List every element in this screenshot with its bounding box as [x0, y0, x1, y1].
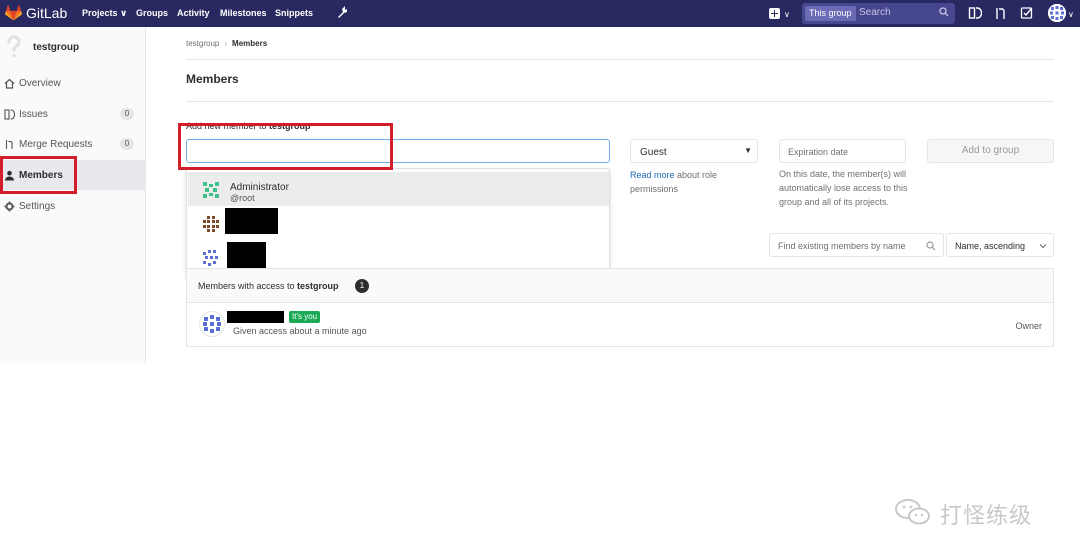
merge-request-icon — [5, 140, 13, 149]
watermark: 打怪练级 — [894, 496, 1054, 528]
sidebar-item-label: Overview — [19, 78, 61, 89]
merge-request-icon[interactable] — [994, 6, 1008, 20]
sidebar: testgroup Overview Issues 0 Merge Reques… — [0, 27, 146, 363]
members-panel-group: testgroup — [297, 281, 339, 291]
new-item-plus-icon[interactable] — [769, 8, 780, 19]
search-input[interactable]: Search — [859, 7, 891, 18]
suggestion-item[interactable]: Administrator @root — [188, 172, 609, 206]
brand-name[interactable]: GitLab — [26, 5, 67, 21]
user-avatar — [203, 216, 219, 232]
breadcrumb-current[interactable]: Members — [232, 39, 267, 48]
admin-wrench-icon[interactable] — [336, 5, 348, 19]
page-title: Members — [186, 72, 239, 86]
add-to-group-button[interactable]: Add to group — [927, 139, 1054, 163]
member-suggestions-dropdown: Administrator @root — [186, 168, 610, 278]
nav-snippets[interactable]: Snippets — [275, 8, 313, 18]
sidebar-item-label: Merge Requests — [19, 139, 93, 150]
sidebar-item-label: Settings — [19, 201, 56, 212]
sidebar-item-merge-requests[interactable]: Merge Requests 0 — [0, 129, 146, 159]
global-search[interactable]: This group Search — [802, 3, 955, 24]
members-panel-title-text: Members with access to — [198, 281, 298, 291]
redacted-block — [225, 208, 278, 234]
gitlab-logo-icon[interactable] — [5, 5, 22, 21]
expiration-placeholder: Expiration date — [788, 147, 849, 157]
home-icon — [4, 78, 15, 89]
member-role: Owner — [1015, 321, 1042, 331]
todo-check-icon[interactable] — [1020, 6, 1034, 20]
redacted-block — [227, 242, 266, 271]
suggestion-item[interactable] — [188, 206, 609, 240]
its-you-badge: It's you — [289, 311, 321, 323]
sidebar-group-name[interactable]: testgroup — [33, 42, 79, 53]
divider — [186, 101, 1054, 102]
expiration-help-text: On this date, the member(s) will automat… — [779, 169, 908, 207]
user-avatar[interactable] — [199, 311, 225, 337]
group-avatar-icon[interactable] — [4, 35, 24, 59]
members-panel-header: Members with access to testgroup 1 — [187, 269, 1053, 303]
watermark-text: 打怪练级 — [940, 503, 1033, 528]
sidebar-item-label: Issues — [19, 109, 48, 120]
issues-icon[interactable] — [968, 6, 982, 20]
caret-down-icon: ▼ — [744, 146, 752, 155]
highlight-annotation-box — [178, 123, 393, 170]
chevron-down-icon[interactable]: ∨ — [784, 10, 790, 19]
members-count-badge: 1 — [355, 279, 369, 293]
member-access-info: Given access about a minute ago — [233, 326, 367, 336]
user-avatar — [203, 250, 218, 266]
expiration-date-input[interactable]: Expiration date — [779, 139, 906, 163]
merge-requests-count-badge: 0 — [120, 138, 134, 150]
role-help-text: Read more about role permissions — [630, 168, 758, 196]
sidebar-item-settings[interactable]: Settings — [0, 191, 146, 221]
user-avatar[interactable] — [1048, 4, 1066, 22]
highlight-annotation-box — [0, 156, 77, 194]
redacted-block — [227, 311, 284, 323]
role-select[interactable]: Guest ▼ — [630, 139, 758, 163]
nav-projects[interactable]: Projects ∨ — [82, 8, 127, 19]
user-avatar — [203, 182, 219, 198]
sidebar-item-issues[interactable]: Issues 0 — [0, 99, 146, 129]
top-navbar: GitLab Projects ∨ Groups Activity Milest… — [0, 0, 1080, 27]
search-icon — [926, 241, 936, 251]
divider — [186, 59, 1054, 60]
issues-count-badge: 0 — [120, 108, 134, 120]
nav-milestones[interactable]: Milestones — [220, 8, 267, 18]
breadcrumb-parent[interactable]: testgroup — [186, 39, 219, 48]
members-panel-title: Members with access to testgroup — [198, 281, 339, 291]
search-scope-badge[interactable]: This group — [805, 6, 856, 21]
members-panel: Members with access to testgroup 1 It's … — [186, 268, 1054, 347]
find-members-placeholder: Find existing members by name — [778, 241, 906, 251]
chevron-down-icon[interactable]: ∨ — [1068, 10, 1074, 19]
gear-icon — [4, 201, 15, 212]
chevron-down-icon — [1039, 244, 1047, 249]
role-selected-value: Guest — [640, 147, 667, 158]
nav-activity[interactable]: Activity — [177, 8, 210, 18]
search-icon[interactable] — [939, 7, 949, 17]
sort-dropdown[interactable]: Name, ascending — [946, 233, 1054, 257]
breadcrumb: testgroup › Members — [186, 39, 267, 48]
breadcrumb-separator: › — [224, 39, 228, 48]
nav-groups[interactable]: Groups — [136, 8, 168, 18]
suggestion-username: @root — [230, 193, 255, 203]
issues-icon — [4, 109, 15, 120]
read-more-link[interactable]: Read more — [630, 170, 675, 180]
suggestion-name: Administrator — [230, 182, 289, 193]
wechat-icon — [895, 499, 930, 525]
find-members-input[interactable]: Find existing members by name — [769, 233, 944, 257]
sort-selected-value: Name, ascending — [955, 241, 1026, 251]
sidebar-item-overview[interactable]: Overview — [0, 68, 146, 98]
